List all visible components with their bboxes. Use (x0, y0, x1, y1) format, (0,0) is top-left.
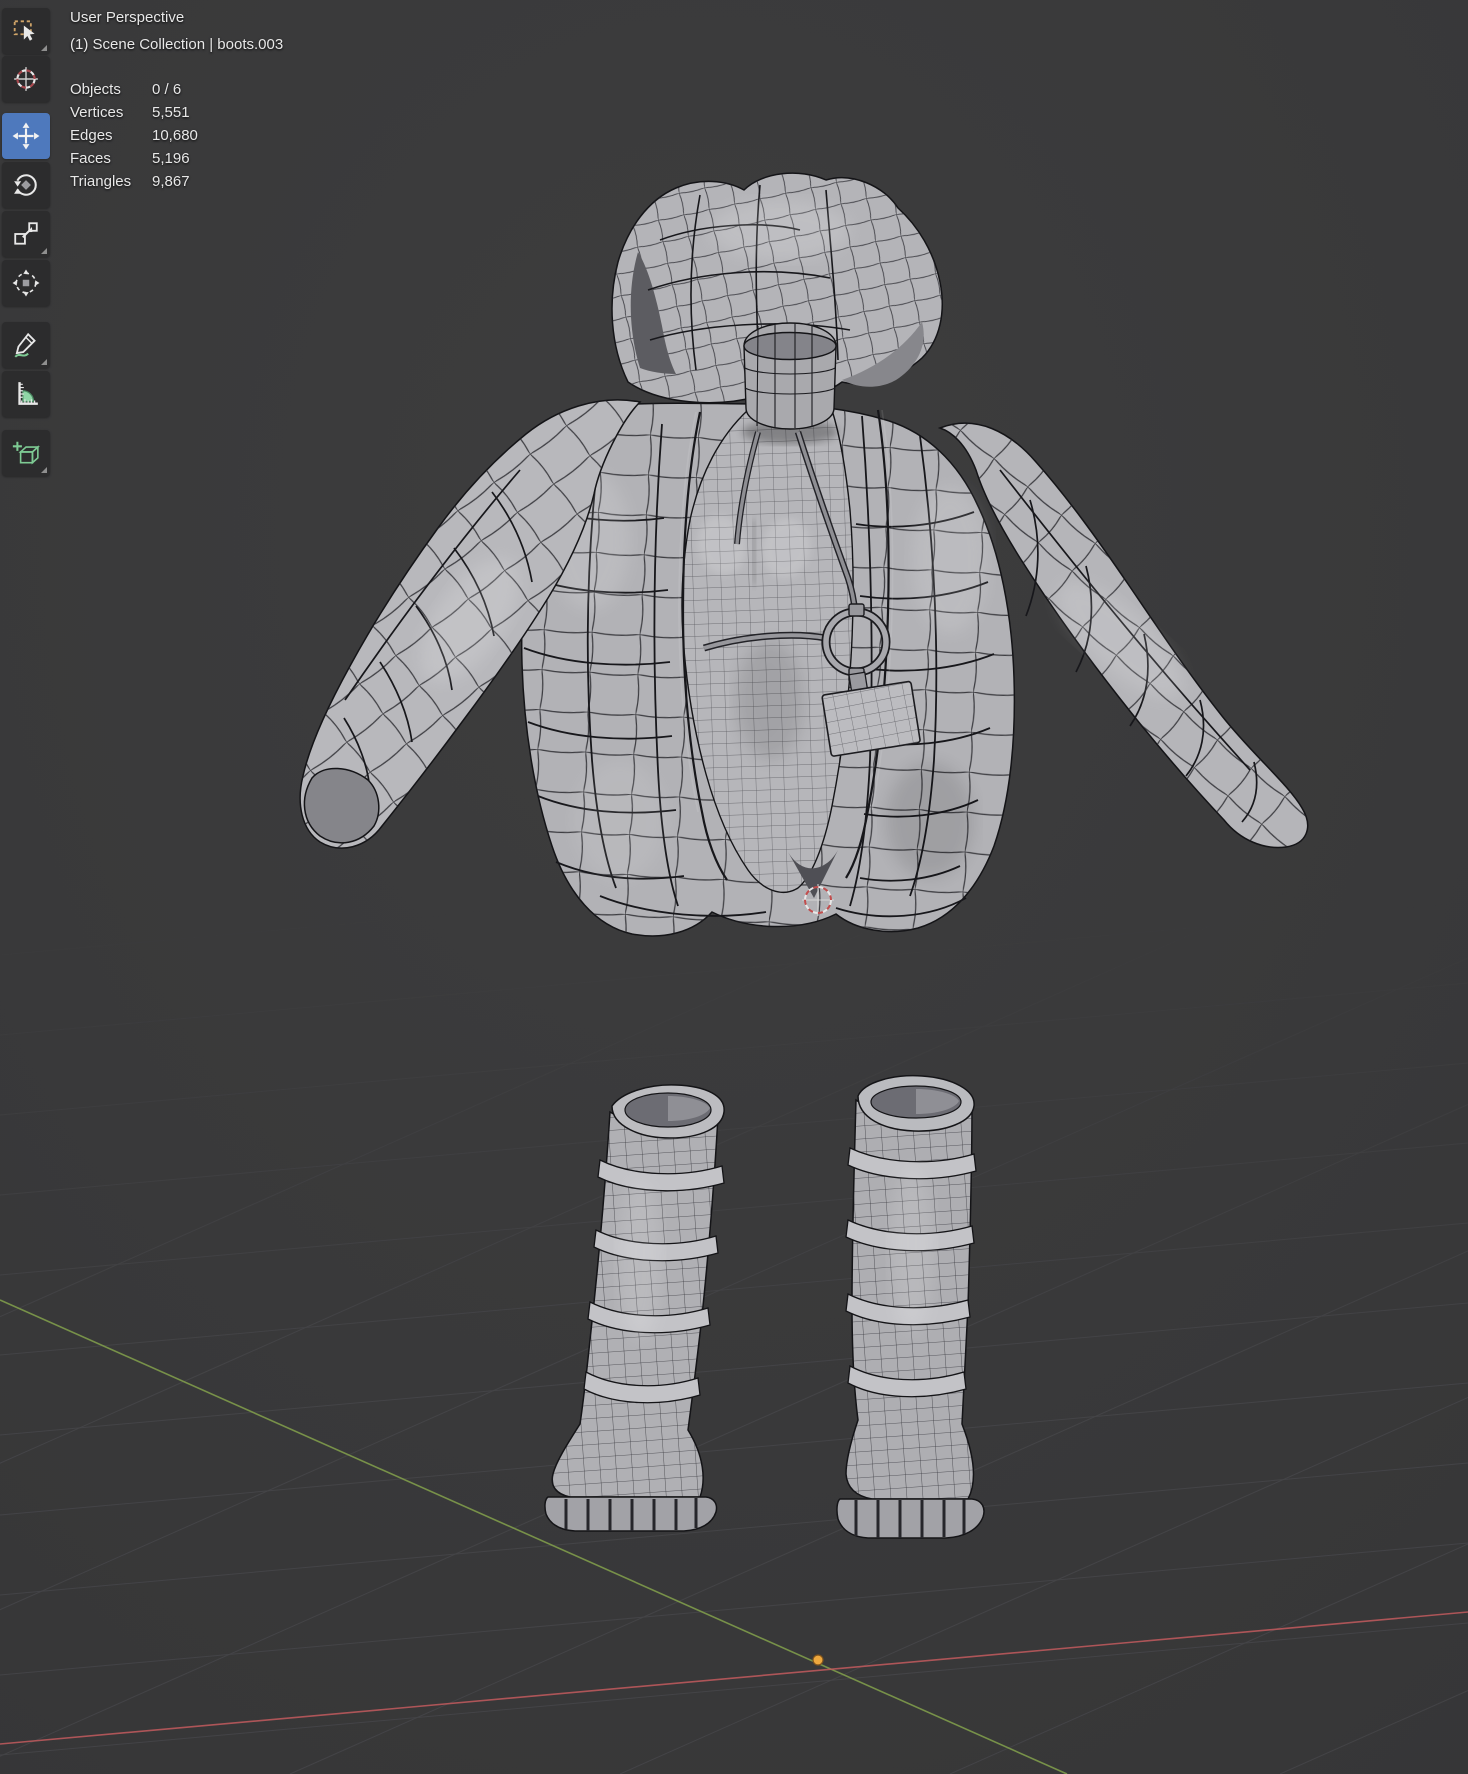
stat-label: Edges (70, 127, 113, 144)
scale-tool-button[interactable] (2, 211, 50, 257)
bodysuit-collar[interactable] (743, 322, 837, 430)
measure-tool-button[interactable] (2, 371, 50, 417)
right-boot-mesh[interactable] (836, 1074, 985, 1539)
add-cube-icon (12, 441, 40, 465)
stat-label: Triangles (70, 173, 132, 190)
stat-value: 10,680 (152, 127, 198, 144)
transform-icon (12, 269, 40, 297)
move-tool-button[interactable] (2, 113, 50, 159)
stat-row-vertices: Vertices 5,551 (70, 101, 198, 124)
scale-icon (14, 222, 38, 245)
stat-row-edges: Edges 10,680 (70, 124, 198, 147)
scene-statistics: Objects 0 / 6 Vertices 5,551 Edges 10,68… (70, 78, 198, 193)
move-icon (12, 122, 40, 150)
stat-row-faces: Faces 5,196 (70, 147, 198, 170)
stat-value: 5,196 (152, 150, 190, 167)
rotate-tool-button[interactable] (2, 162, 50, 208)
stat-label: Objects (70, 81, 121, 98)
annotate-pencil-icon (14, 332, 36, 358)
blender-viewport[interactable]: User Perspective (1) Scene Collection | … (0, 0, 1468, 1774)
cursor-tool-button[interactable] (2, 56, 50, 102)
rotate-icon (14, 174, 37, 196)
add-cube-tool-button[interactable] (2, 430, 50, 476)
annotate-tool-button[interactable] (2, 322, 50, 368)
right-boot-sole (836, 1498, 985, 1539)
stat-value: 9,867 (152, 173, 190, 190)
scene-collection-breadcrumb: (1) Scene Collection | boots.003 (70, 36, 284, 53)
select-box-tool-button[interactable] (2, 8, 50, 54)
transform-tool-button[interactable] (2, 260, 50, 306)
stat-label: Vertices (70, 104, 124, 121)
object-origin-dot (812, 1654, 824, 1666)
view-perspective-label: User Perspective (70, 9, 185, 26)
measure-ruler-icon (18, 382, 38, 405)
viewport-canvas[interactable] (0, 0, 1468, 1774)
select-box-icon (13, 20, 35, 41)
stat-label: Faces (70, 150, 111, 167)
stat-row-triangles: Triangles 9,867 (70, 170, 198, 193)
stat-value: 5,551 (152, 104, 190, 121)
stat-row-objects: Objects 0 / 6 (70, 78, 198, 101)
stat-value: 0 / 6 (152, 81, 182, 98)
left-cuff-opening (303, 767, 380, 844)
3d-cursor-icon (14, 67, 38, 91)
